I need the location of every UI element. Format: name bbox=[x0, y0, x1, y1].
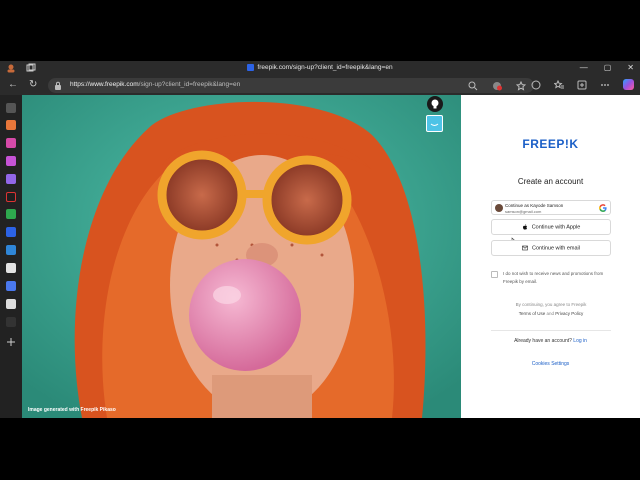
continue-with-apple-button[interactable]: Continue with Apple bbox=[491, 219, 611, 235]
email-button-label: Continue with email bbox=[532, 245, 580, 252]
sidebar-tab-icon[interactable] bbox=[6, 120, 16, 130]
maximize-button[interactable]: ▢ bbox=[604, 63, 612, 73]
extension-badge-icon[interactable] bbox=[492, 81, 502, 91]
url-text: https://www.freepik.com/sign-up?client_i… bbox=[70, 81, 240, 88]
terms-link[interactable]: Terms of Use bbox=[519, 311, 546, 316]
freepik-favicon-icon bbox=[247, 64, 255, 71]
lock-icon[interactable] bbox=[54, 81, 62, 90]
have-account-text: Already have an account? bbox=[514, 338, 572, 344]
sidebar-tab-icon[interactable] bbox=[6, 245, 16, 255]
login-prompt: Already have an account? Log in bbox=[461, 338, 640, 344]
more-menu-icon[interactable] bbox=[600, 80, 610, 90]
sidebar-tab-icon[interactable] bbox=[6, 227, 16, 237]
google-account-email: samson@gmail.com bbox=[505, 209, 542, 214]
checkbox-label: I do not wish to receive news and promot… bbox=[503, 271, 604, 284]
sidebar-tab-icon[interactable] bbox=[6, 103, 16, 113]
continue-with-email-button[interactable]: Continue with email bbox=[491, 240, 611, 256]
google-account-name: Continue as Kayode Samson bbox=[505, 203, 564, 208]
tab-title-text: freepik.com/sign-up?client_id=freepik&la… bbox=[257, 64, 393, 72]
sidebar-tab-icon[interactable] bbox=[6, 281, 16, 291]
apple-button-label: Continue with Apple bbox=[531, 224, 581, 231]
sidebar-tab-icon[interactable] bbox=[6, 156, 16, 166]
minimize-button[interactable]: — bbox=[580, 63, 588, 73]
refresh-button[interactable]: ↻ bbox=[29, 80, 37, 90]
login-link[interactable]: Log in bbox=[573, 338, 587, 344]
lightbulb-button[interactable] bbox=[427, 96, 443, 112]
hero-image: Image generated with Freepik Pikaso bbox=[22, 95, 461, 418]
marketing-opt-out-checkbox[interactable] bbox=[491, 271, 498, 278]
back-button[interactable]: ← bbox=[8, 80, 18, 90]
sidebar-tab-icon[interactable] bbox=[6, 192, 16, 202]
apple-icon bbox=[522, 224, 527, 230]
favorite-star-icon[interactable] bbox=[516, 81, 526, 91]
address-bar[interactable]: https://www.freepik.com/sign-up?client_i… bbox=[48, 78, 534, 93]
freepik-logo[interactable]: FREEP!K bbox=[461, 137, 640, 151]
legal-notice: By continuing, you agree to Freepik Term… bbox=[491, 300, 611, 318]
sidebar-tab-icon[interactable] bbox=[6, 317, 16, 327]
sidebar-tab-icon[interactable] bbox=[6, 174, 16, 184]
divider bbox=[491, 330, 611, 331]
close-window-button[interactable]: ✕ bbox=[627, 63, 634, 73]
woman-bubblegum-illustration bbox=[22, 95, 461, 418]
copilot-icon[interactable] bbox=[623, 79, 634, 90]
web-page: Image generated with Freepik Pikaso FREE… bbox=[22, 95, 640, 418]
browser-sidebar bbox=[0, 95, 22, 418]
legal-prefix: By continuing, you agree to Freepik bbox=[515, 302, 587, 307]
browser-essentials-icon[interactable] bbox=[531, 80, 541, 90]
signup-panel: FREEP!K Create an account Continue as Ka… bbox=[461, 95, 640, 418]
url-domain: https://www.freepik.com bbox=[70, 81, 139, 88]
add-tab-icon[interactable] bbox=[6, 337, 16, 347]
image-thumbnail-button[interactable] bbox=[426, 115, 443, 132]
favorites-icon[interactable] bbox=[554, 79, 564, 90]
sidebar-tab-icon[interactable] bbox=[6, 299, 16, 309]
screen: freepik.com/sign-up?client_id=freepik&la… bbox=[0, 0, 640, 480]
sidebar-tab-icon[interactable] bbox=[6, 263, 16, 273]
tab-title[interactable]: freepik.com/sign-up?client_id=freepik&la… bbox=[0, 64, 640, 71]
browser-titlebar: freepik.com/sign-up?client_id=freepik&la… bbox=[0, 61, 640, 76]
lightbulb-icon bbox=[431, 99, 439, 109]
continue-with-google-button[interactable]: Continue as Kayode Samson samson@gmail.c… bbox=[491, 200, 611, 215]
image-credit: Image generated with Freepik Pikaso bbox=[28, 407, 116, 413]
email-icon bbox=[522, 245, 528, 251]
page-title: Create an account bbox=[517, 177, 584, 186]
sidebar-tab-icon[interactable] bbox=[6, 138, 16, 148]
address-bar-row: ← ↻ https://www.freepik.com/sign-up?clie… bbox=[0, 76, 640, 95]
avatar bbox=[495, 204, 503, 212]
url-path: /sign-up?client_id=freepik&lang=en bbox=[138, 81, 241, 88]
google-icon bbox=[599, 204, 607, 212]
sidebar-tab-icon[interactable] bbox=[6, 209, 16, 219]
smile-thumbnail-icon bbox=[430, 123, 439, 126]
privacy-link[interactable]: Privacy Policy bbox=[555, 311, 583, 316]
legal-and: and bbox=[546, 311, 554, 316]
cookies-settings-link[interactable]: Cookies Settings bbox=[461, 361, 640, 367]
collections-icon[interactable] bbox=[577, 80, 587, 90]
zoom-icon[interactable] bbox=[468, 81, 478, 91]
